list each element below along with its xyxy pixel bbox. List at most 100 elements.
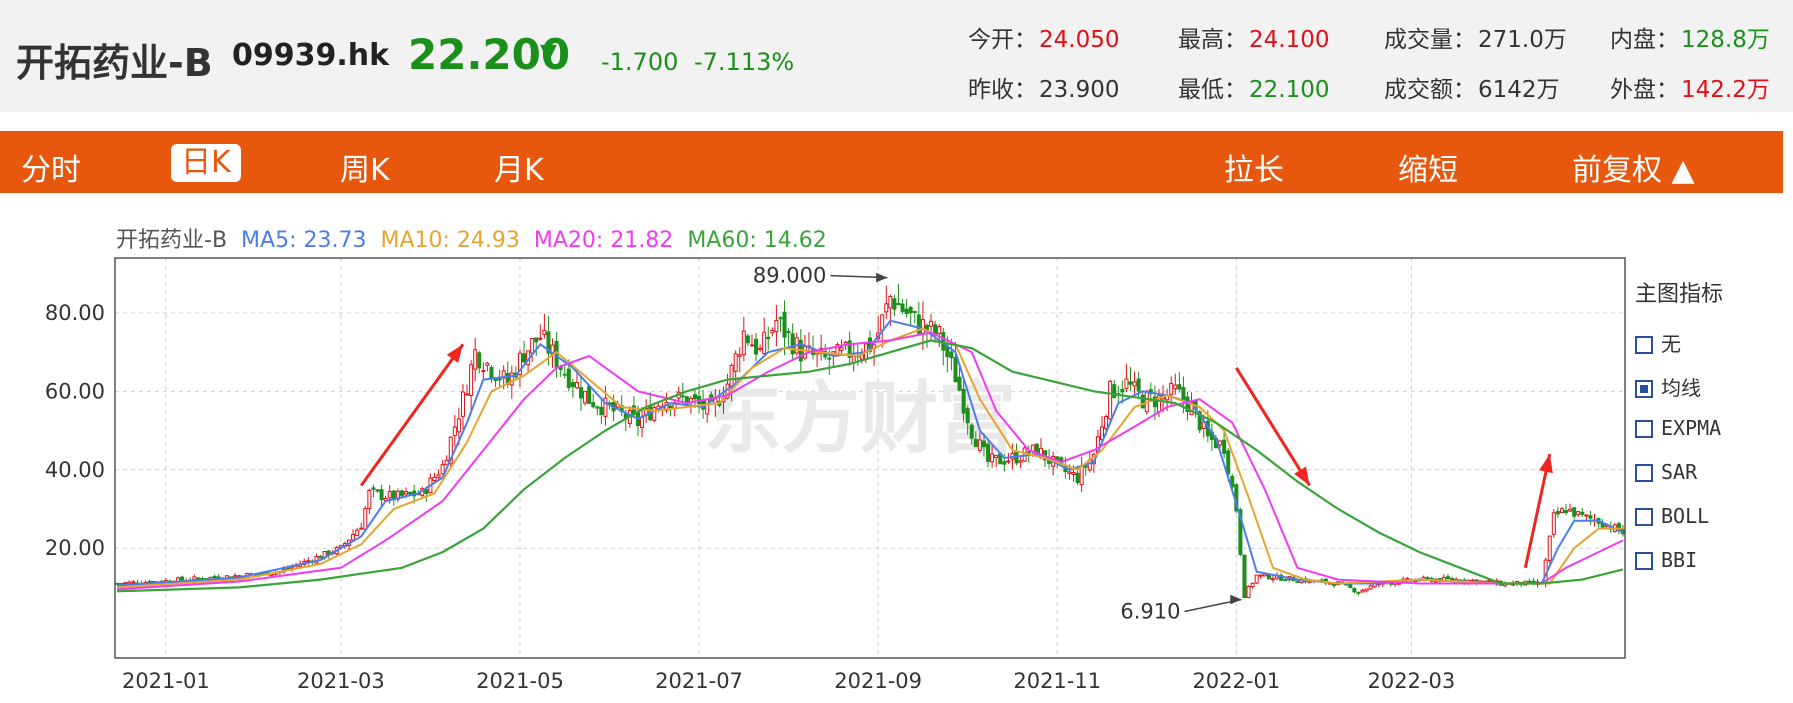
candle-body	[953, 357, 958, 383]
candle-body	[782, 311, 787, 338]
candle-body	[1250, 582, 1255, 588]
candle-body	[1177, 384, 1182, 390]
candle-body	[884, 303, 889, 313]
x-tick-label: 2022-01	[1192, 669, 1280, 693]
candle-body	[196, 577, 201, 580]
candle-body	[1572, 507, 1577, 517]
checkbox-checked-icon	[1635, 380, 1653, 398]
candle-body	[1559, 508, 1564, 514]
candle-body	[131, 581, 136, 584]
candle-body	[591, 402, 596, 408]
candle-body	[904, 308, 909, 315]
indicator-option-sar[interactable]: SAR	[1635, 460, 1697, 484]
candle-body	[774, 319, 779, 333]
candle-body	[1083, 465, 1088, 468]
arrow-head	[876, 272, 888, 283]
candle-body	[888, 296, 893, 309]
candle-body	[387, 491, 392, 499]
indicator-option-expma[interactable]: EXPMA	[1635, 416, 1721, 440]
candle-body	[892, 298, 897, 310]
candle-body	[587, 385, 592, 404]
indicator-option-bbi[interactable]: BBI	[1635, 548, 1697, 572]
candle-body	[900, 303, 905, 312]
candle-body	[1584, 514, 1589, 517]
indicator-option-ma[interactable]: 均线	[1635, 372, 1701, 401]
candle-body	[1551, 512, 1556, 535]
candle-body	[937, 325, 942, 334]
candle-body	[790, 333, 795, 355]
candle-body	[1226, 450, 1231, 475]
candle-body	[745, 335, 750, 344]
candle-body	[1425, 577, 1430, 580]
candle-body	[1067, 471, 1072, 474]
y-tick-label: 40.00	[45, 458, 105, 482]
candle-body	[929, 320, 934, 327]
candle-body	[1360, 589, 1365, 593]
candle-body	[351, 533, 356, 541]
candle-body	[912, 310, 917, 313]
candle-body	[1124, 378, 1129, 389]
candle-body	[749, 344, 754, 347]
candle-body	[489, 366, 494, 379]
candle-body	[786, 331, 791, 334]
candle-body	[115, 582, 119, 585]
candle-body	[318, 556, 323, 559]
candle-body	[1181, 387, 1186, 401]
candle-body	[403, 491, 408, 495]
candle-body	[1218, 440, 1223, 446]
checkbox-icon	[1635, 336, 1653, 354]
candle-body	[1006, 460, 1011, 463]
candle-body	[408, 491, 413, 495]
candle-body	[473, 349, 478, 370]
candle-body	[1568, 508, 1573, 512]
candle-body	[469, 364, 474, 397]
candle-body	[542, 329, 547, 335]
candle-body	[1527, 580, 1532, 583]
candle-body	[981, 440, 986, 448]
y-tick-label: 20.00	[45, 536, 105, 560]
candle-body	[705, 399, 710, 415]
candle-body	[595, 406, 600, 409]
candle-body	[493, 379, 498, 382]
candle-body	[1352, 587, 1357, 593]
candle-body	[1266, 574, 1271, 580]
x-tick-label: 2022-03	[1367, 669, 1455, 693]
x-tick-label: 2021-01	[122, 669, 210, 693]
chart-grid: 20.00 40.00 60.00 80.00 2021-01 2021-03 2021-0…	[45, 258, 1625, 693]
checkbox-icon	[1635, 552, 1653, 570]
candle-body	[1075, 472, 1080, 483]
indicator-panel-title: 主图指标	[1635, 282, 1724, 307]
candle-body	[1018, 460, 1023, 463]
candle-body	[371, 487, 376, 490]
candle-body	[192, 576, 197, 580]
candle-body	[452, 426, 457, 437]
indicator-option-none[interactable]: 无	[1635, 328, 1681, 357]
candle-body	[965, 408, 970, 424]
candle-body	[1332, 583, 1337, 586]
candle-body	[375, 489, 380, 492]
candle-body	[465, 393, 470, 396]
candle-body	[827, 357, 832, 360]
candle-body	[1173, 384, 1178, 390]
indicator-option-boll[interactable]: BOLL	[1635, 504, 1709, 528]
candle-body	[1108, 380, 1113, 420]
candle-body	[1140, 394, 1145, 409]
candle-body	[436, 474, 441, 478]
candle-body	[957, 376, 962, 391]
candle-body	[994, 454, 999, 458]
candle-body	[440, 464, 445, 475]
y-tick-label: 80.00	[45, 301, 105, 325]
checkbox-icon	[1635, 464, 1653, 482]
candle-body	[908, 306, 913, 314]
candle-body	[692, 394, 697, 400]
candle-body	[680, 395, 685, 398]
x-tick-label: 2021-11	[1013, 669, 1101, 693]
candle-body	[754, 338, 759, 355]
candle-body	[367, 490, 372, 510]
candle-body	[574, 382, 579, 389]
candle-body	[424, 489, 429, 494]
candle-body	[530, 338, 535, 354]
candle-body	[990, 453, 995, 463]
kline-chart[interactable]: 20.00 40.00 60.00 80.00 2021-01 2021-03 2021-0…	[0, 0, 1793, 703]
candle-body	[570, 382, 575, 388]
